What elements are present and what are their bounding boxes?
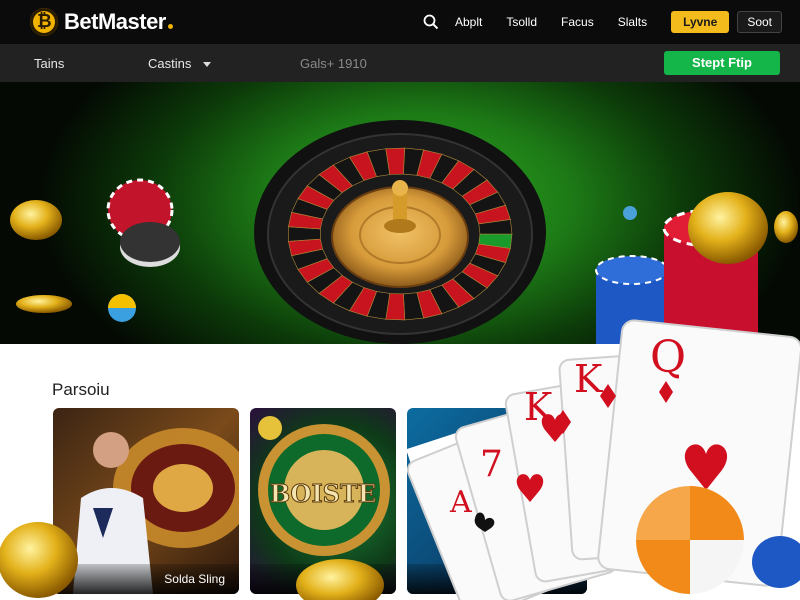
casinos-label: Castins xyxy=(148,56,192,71)
top-navigation-bar: BetMaster Abplt Tsolld Facus Slalts Lyvn… xyxy=(0,0,800,44)
brand-logo[interactable]: BetMaster xyxy=(30,8,173,36)
top-nav: Abplt Tsolld Facus Slalts Lyvne Soot xyxy=(423,0,782,44)
brand-name: BetMaster xyxy=(64,9,166,34)
nav-link-4[interactable]: Slalts xyxy=(618,15,647,29)
hero-banner[interactable] xyxy=(0,82,800,344)
nav-link-1[interactable]: Abplt xyxy=(455,15,482,29)
chevron-down-icon xyxy=(203,62,212,67)
hero-roulette-art xyxy=(10,120,798,344)
nav-link-3[interactable]: Facus xyxy=(561,15,594,29)
game-card-3[interactable]: Smalght Bollons xyxy=(407,408,587,594)
category-muted-info: Gals+ 1910 xyxy=(300,56,367,71)
game-card-1[interactable]: Solda Sling xyxy=(53,408,239,594)
search-icon[interactable] xyxy=(423,14,439,30)
section-title: Parsoiu xyxy=(52,380,110,399)
category-bar: Tains Castins Gals+ 1910 Stept Ftip xyxy=(0,44,800,82)
game-card-2-label: Free Rock xyxy=(250,564,396,594)
nav-link-2[interactable]: Tsolld xyxy=(506,15,537,29)
category-tab-casinos[interactable]: Castins xyxy=(148,56,212,71)
playing-card-queen xyxy=(597,319,800,587)
game-card-1-label: Solda Sling xyxy=(53,564,239,594)
category-tab-tains[interactable]: Tains xyxy=(34,56,64,71)
card-glyph-king-2: K xyxy=(574,357,603,401)
game-card-2[interactable]: BOISTE Free Rock xyxy=(250,408,396,594)
brand-dot xyxy=(167,23,173,29)
bitcoin-logo-icon xyxy=(30,8,58,36)
roulette-pocket xyxy=(288,226,321,242)
sport-button[interactable]: Soot xyxy=(737,11,782,33)
game-card-3-label: Smalght Bollons xyxy=(407,564,587,594)
live-button[interactable]: Lyvne xyxy=(671,11,730,33)
start-play-button[interactable]: Stept Ftip xyxy=(664,51,780,75)
card-2-title-art: BOISTE xyxy=(270,479,376,508)
